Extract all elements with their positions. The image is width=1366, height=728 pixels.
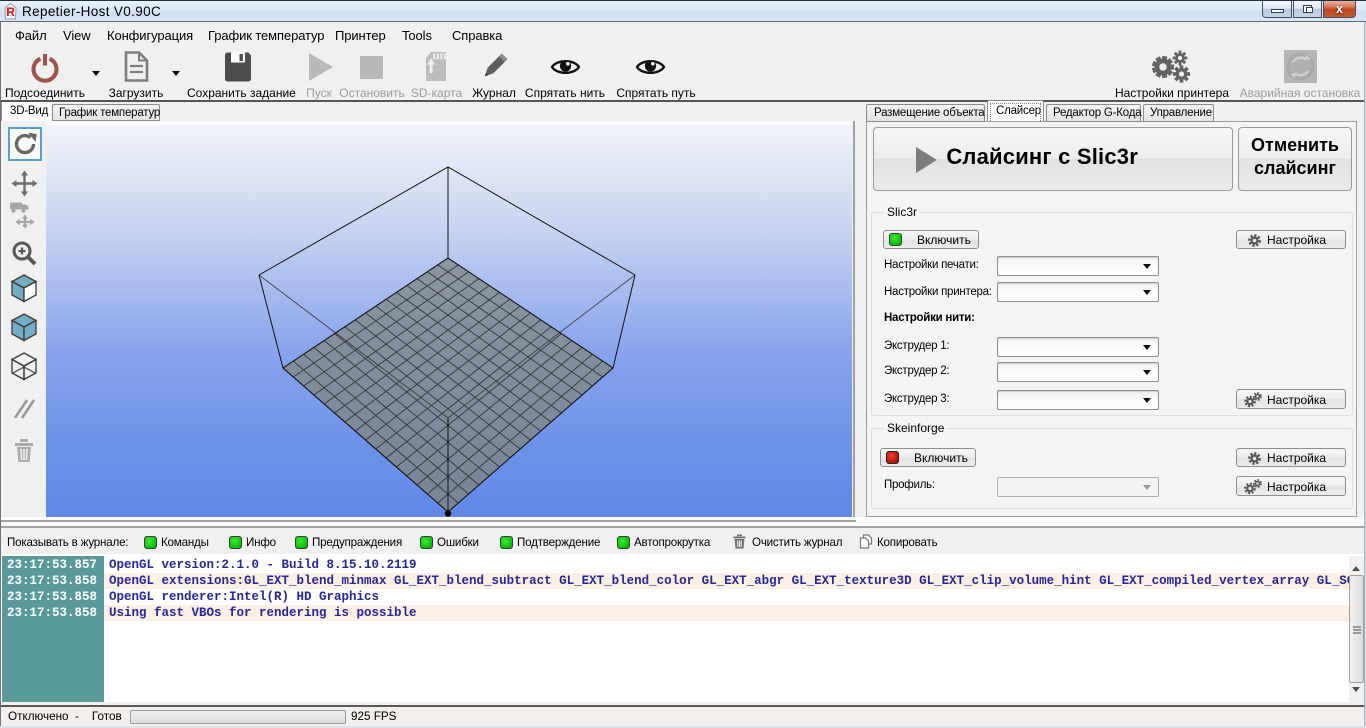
svg-text:R: R xyxy=(6,5,15,19)
